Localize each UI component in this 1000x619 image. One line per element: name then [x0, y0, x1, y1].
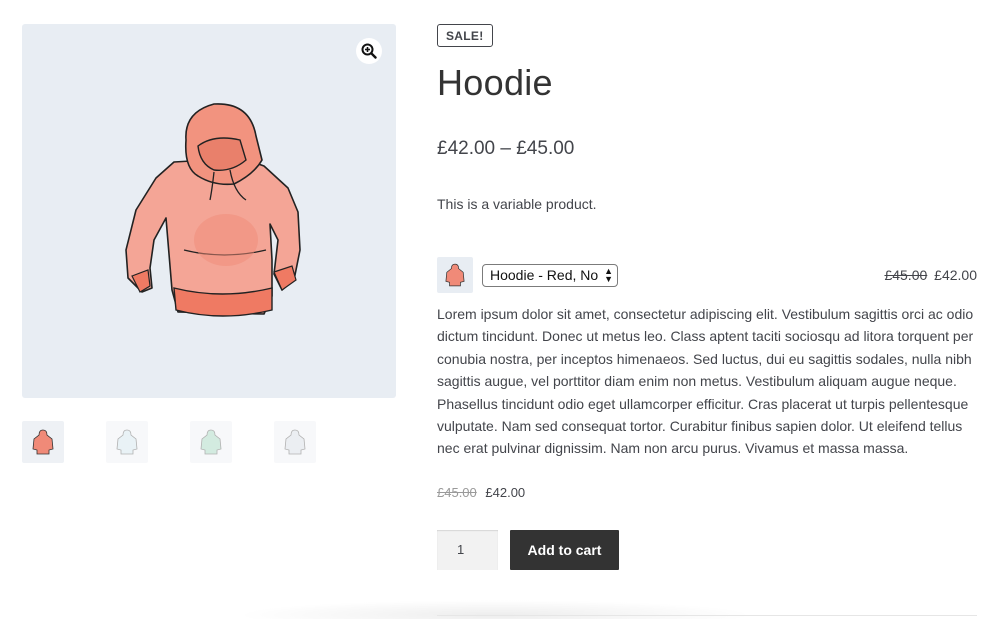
- hoodie-light-blue-icon: [116, 429, 138, 455]
- final-sale-price: £42.00: [485, 484, 526, 500]
- product-title: Hoodie: [437, 62, 553, 103]
- hoodie-red-icon: [445, 263, 465, 287]
- add-to-cart-button[interactable]: Add to cart: [510, 529, 619, 570]
- main-product-image[interactable]: [22, 24, 396, 398]
- thumbnail-strip: [22, 421, 396, 463]
- divider: [437, 615, 977, 616]
- long-description: Lorem ipsum dolor sit amet, consectetur …: [437, 306, 974, 457]
- final-price: £45.00 £42.00: [437, 485, 977, 500]
- hoodie-red-icon: [32, 429, 54, 455]
- variation-regular-price: £45.00: [884, 267, 928, 283]
- footer-shadow: [235, 600, 755, 619]
- hoodie-grey-icon: [284, 429, 306, 455]
- select-arrows-icon: ▲ ▼: [604, 265, 613, 284]
- thumbnail-green[interactable]: [190, 421, 232, 463]
- variation-sale-price: £42.00: [934, 267, 977, 283]
- zoom-button[interactable]: [356, 38, 382, 64]
- quantity-input[interactable]: 1: [437, 529, 498, 570]
- sale-badge: SALE!: [437, 24, 493, 47]
- price-range: £42.00 – £45.00: [437, 138, 575, 159]
- variation-select-value: Hoodie - Red, No: [490, 267, 599, 283]
- hoodie-green-icon: [200, 429, 222, 455]
- cart-form: 1 Add to cart: [437, 529, 977, 570]
- zoom-in-icon: [361, 43, 377, 59]
- thumbnail-light-blue[interactable]: [106, 421, 148, 463]
- thumbnail-grey[interactable]: [274, 421, 316, 463]
- hoodie-image: [125, 103, 301, 317]
- thumbnail-red[interactable]: [22, 421, 64, 463]
- variation-select[interactable]: Hoodie - Red, No ▲ ▼: [482, 263, 618, 287]
- product-summary: SALE! Hoodie £42.00 – £45.00 This is a v…: [437, 24, 977, 570]
- variation-thumbnail: [437, 257, 473, 293]
- variation-row: Hoodie - Red, No ▲ ▼ £45.00 £42.00: [437, 257, 977, 293]
- final-regular-price: £45.00: [437, 484, 477, 500]
- product-gallery: [22, 24, 396, 463]
- variation-price: £45.00 £42.00: [884, 267, 977, 283]
- short-description: This is a variable product.: [437, 196, 597, 212]
